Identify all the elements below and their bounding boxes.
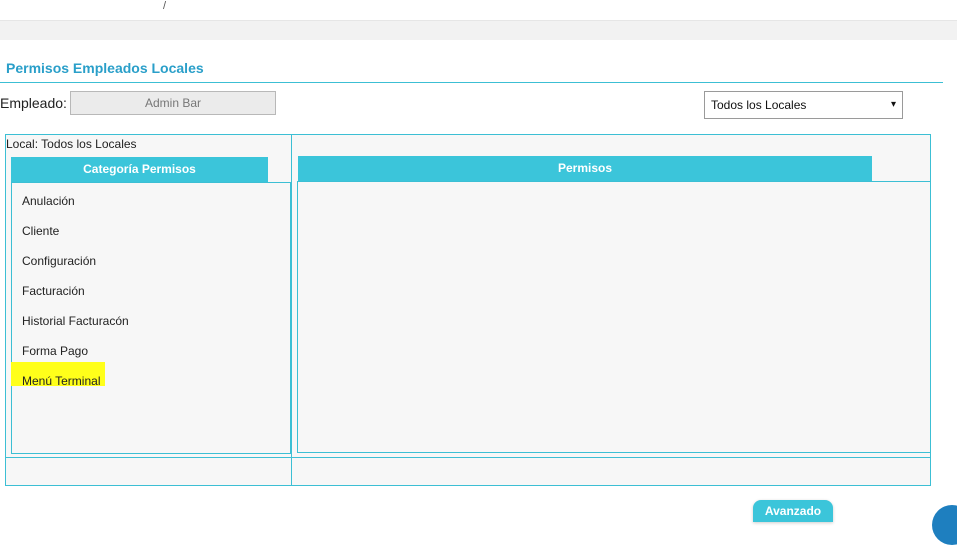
bottom-divider xyxy=(5,457,931,458)
category-item-forma-pago[interactable]: Forma Pago xyxy=(22,343,88,359)
title-divider xyxy=(0,82,943,83)
local-label: Local: Todos los Locales xyxy=(6,137,137,151)
local-select[interactable]: Todos los Locales ▾ xyxy=(704,91,903,119)
top-bar: / xyxy=(0,0,957,21)
category-item-facturacion[interactable]: Facturación xyxy=(22,283,85,299)
category-item-configuracion[interactable]: Configuración xyxy=(22,253,96,269)
permissions-list xyxy=(297,181,931,453)
chevron-down-icon: ▾ xyxy=(890,99,896,110)
floating-action-icon[interactable] xyxy=(932,505,957,545)
breadcrumb-tick: / xyxy=(163,0,167,12)
category-item-historial[interactable]: Historial Facturacón xyxy=(22,313,129,329)
category-item-menu-terminal[interactable]: Menú Terminal xyxy=(22,373,100,389)
local-select-value: Todos los Locales xyxy=(711,98,807,112)
category-item-cliente[interactable]: Cliente xyxy=(22,223,59,239)
panel-divider xyxy=(291,134,292,486)
employee-label: Empleado: xyxy=(0,95,67,111)
category-header: Categoría Permisos xyxy=(11,157,268,182)
page-title: Permisos Empleados Locales xyxy=(6,60,204,76)
employee-field[interactable]: Admin Bar xyxy=(70,91,276,115)
top-gray-band xyxy=(0,21,957,40)
category-item-anulacion[interactable]: Anulación xyxy=(22,193,75,209)
permissions-header: Permisos xyxy=(298,156,872,181)
